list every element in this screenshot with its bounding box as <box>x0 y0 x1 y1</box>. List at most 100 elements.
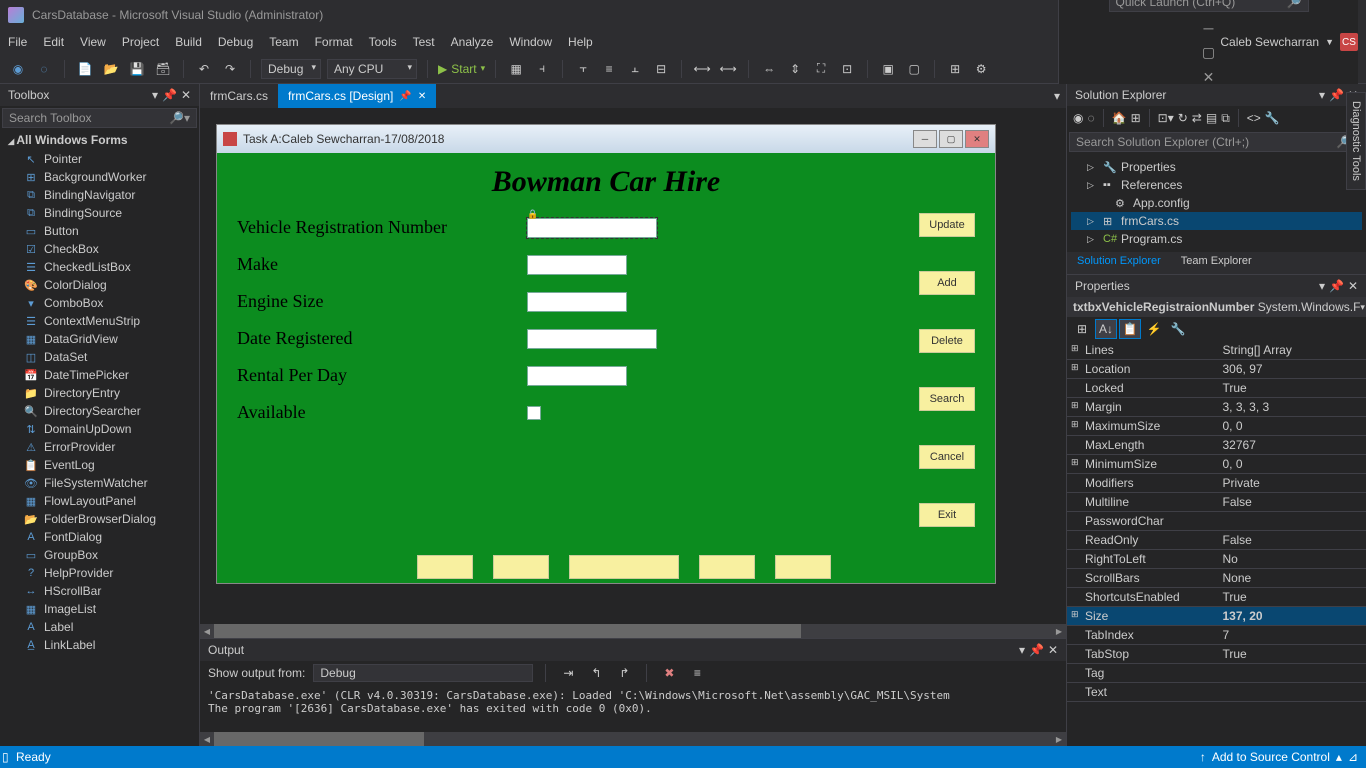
button-nav-2[interactable] <box>493 555 549 579</box>
label-rental[interactable]: Rental Per Day <box>237 365 527 386</box>
toolbox-category[interactable]: All Windows Forms <box>0 130 199 150</box>
property-row[interactable]: TabStopTrue <box>1067 645 1366 664</box>
toolbox-item[interactable]: AFontDialog <box>0 528 199 546</box>
redo-button[interactable]: ↷ <box>220 59 240 79</box>
property-value[interactable]: True <box>1217 588 1366 606</box>
property-row[interactable]: TabIndex7 <box>1067 626 1366 645</box>
toolbox-item[interactable]: ⧉BindingNavigator <box>0 186 199 204</box>
pin-icon[interactable]: 📌 <box>399 91 411 102</box>
diagnostic-tools-tab[interactable]: Diagnostic Tools <box>1346 92 1366 190</box>
align-bottom-button[interactable]: ⫠ <box>625 59 645 79</box>
save-button[interactable]: 💾 <box>127 59 147 79</box>
property-value[interactable]: 306, 97 <box>1217 360 1366 378</box>
tree-references[interactable]: ▷▪▪References <box>1071 176 1362 194</box>
textbox-vehicle-reg[interactable]: 🔒 <box>527 218 657 238</box>
toolbox-item[interactable]: 👁FileSystemWatcher <box>0 474 199 492</box>
toolbox-item[interactable]: ☰CheckedListBox <box>0 258 199 276</box>
textbox-rental[interactable] <box>527 366 627 386</box>
size-width-button[interactable]: ⇔ <box>759 59 779 79</box>
dropdown-icon[interactable]: ▾ <box>152 88 158 102</box>
toolbox-item[interactable]: ⊞BackgroundWorker <box>0 168 199 186</box>
property-row[interactable]: ScrollBarsNone <box>1067 569 1366 588</box>
menu-test[interactable]: Test <box>413 35 435 49</box>
solution-search-input[interactable]: Search Solution Explorer (Ctrl+;) 🔎▾ <box>1069 132 1364 152</box>
button-search[interactable]: Search <box>919 387 975 411</box>
toolbox-item[interactable]: 🔍DirectorySearcher <box>0 402 199 420</box>
props-events-button[interactable]: ⚡ <box>1143 319 1165 339</box>
label-available[interactable]: Available <box>237 402 527 423</box>
output-prev-button[interactable]: ↰ <box>586 663 606 683</box>
property-value[interactable]: False <box>1217 531 1366 549</box>
button-nav-4[interactable] <box>699 555 755 579</box>
send-back-button[interactable]: ▢ <box>904 59 924 79</box>
button-delete[interactable]: Delete <box>919 329 975 353</box>
property-value[interactable]: 7 <box>1217 626 1366 644</box>
menu-view[interactable]: View <box>80 35 106 49</box>
property-value[interactable]: 0, 0 <box>1217 417 1366 435</box>
output-h-scrollbar[interactable]: ◀▶ <box>200 732 1066 746</box>
open-button[interactable]: 📂 <box>101 59 121 79</box>
dropdown-icon[interactable]: ▾ <box>1319 279 1325 293</box>
property-row[interactable]: Text <box>1067 683 1366 702</box>
close-icon[interactable]: ✕ <box>1048 643 1058 657</box>
size-height-button[interactable]: ⇕ <box>785 59 805 79</box>
property-row[interactable]: ReadOnlyFalse <box>1067 531 1366 550</box>
property-row[interactable]: ModifiersPrivate <box>1067 474 1366 493</box>
property-value[interactable]: No <box>1217 550 1366 568</box>
property-row[interactable]: PasswordChar <box>1067 512 1366 531</box>
property-row[interactable]: Margin3, 3, 3, 3 <box>1067 398 1366 417</box>
property-value[interactable]: True <box>1217 379 1366 397</box>
align-left-button[interactable]: ⫞ <box>532 59 552 79</box>
se-collapse-button[interactable]: ⇄ <box>1192 111 1202 125</box>
property-row[interactable]: ShortcutsEnabledTrue <box>1067 588 1366 607</box>
menu-help[interactable]: Help <box>568 35 593 49</box>
menu-debug[interactable]: Debug <box>218 35 253 49</box>
button-update[interactable]: Update <box>919 213 975 237</box>
props-categorized-button[interactable]: ⊞ <box>1071 319 1093 339</box>
toolbox-item[interactable]: ▦ImageList <box>0 600 199 618</box>
center-h-button[interactable]: ⊡ <box>837 59 857 79</box>
back-button[interactable]: ◉ <box>8 59 28 79</box>
tab-design[interactable]: frmCars.cs [Design] 📌 ✕ <box>278 84 436 108</box>
configuration-combo[interactable]: Debug <box>261 59 321 79</box>
align-center-button[interactable]: ≡ <box>599 59 619 79</box>
menu-team[interactable]: Team <box>269 35 298 49</box>
menu-window[interactable]: Window <box>509 35 552 49</box>
button-exit[interactable]: Exit <box>919 503 975 527</box>
toolbox-item[interactable]: ⧉BindingSource <box>0 204 199 222</box>
property-value[interactable]: False <box>1217 493 1366 511</box>
toolbox-item[interactable]: ALabel <box>0 618 199 636</box>
output-next-button[interactable]: ↱ <box>614 663 634 683</box>
toolbox-item[interactable]: ▦FlowLayoutPanel <box>0 492 199 510</box>
se-home-button[interactable]: 🏠 <box>1112 111 1127 125</box>
menu-build[interactable]: Build <box>175 35 202 49</box>
property-value[interactable] <box>1217 664 1366 682</box>
se-refresh-button[interactable]: ↻ <box>1178 111 1188 125</box>
checkbox-available[interactable] <box>527 406 541 420</box>
se-copy-button[interactable]: ⧉ <box>1221 111 1230 126</box>
se-switch-button[interactable]: ⊞ <box>1131 111 1141 125</box>
tree-properties[interactable]: ▷🔧Properties <box>1071 158 1362 176</box>
tab-solution-explorer[interactable]: Solution Explorer <box>1067 252 1171 274</box>
label-make[interactable]: Make <box>237 254 527 275</box>
hspace-button[interactable]: ⟷ <box>692 59 712 79</box>
toolbox-item[interactable]: ▾ComboBox <box>0 294 199 312</box>
menu-format[interactable]: Format <box>315 35 353 49</box>
props-pages-button[interactable]: 🔧 <box>1167 319 1189 339</box>
new-project-button[interactable]: 📄 <box>75 59 95 79</box>
output-clear-button[interactable]: ✖ <box>659 663 679 683</box>
start-debug-button[interactable]: ▶ Start ▾ <box>438 62 485 76</box>
toolbox-item[interactable]: 📂FolderBrowserDialog <box>0 510 199 528</box>
pin-icon[interactable]: 📌 <box>162 88 177 102</box>
property-row[interactable]: MultilineFalse <box>1067 493 1366 512</box>
property-row[interactable]: Location306, 97 <box>1067 360 1366 379</box>
property-row[interactable]: MaxLength32767 <box>1067 436 1366 455</box>
toolbox-item[interactable]: ?HelpProvider <box>0 564 199 582</box>
se-showall-button[interactable]: ▤ <box>1206 111 1217 125</box>
quick-launch-input[interactable]: Quick Launch (Ctrl+Q) 🔎 <box>1109 0 1309 12</box>
vspace-button[interactable]: ⟷ <box>718 59 738 79</box>
property-row[interactable]: Tag <box>1067 664 1366 683</box>
toolbox-item[interactable]: ▦DataGridView <box>0 330 199 348</box>
user-account[interactable]: Caleb Sewcharran ▼ CS <box>1220 33 1358 51</box>
add-source-control-button[interactable]: Add to Source Control <box>1212 750 1330 764</box>
